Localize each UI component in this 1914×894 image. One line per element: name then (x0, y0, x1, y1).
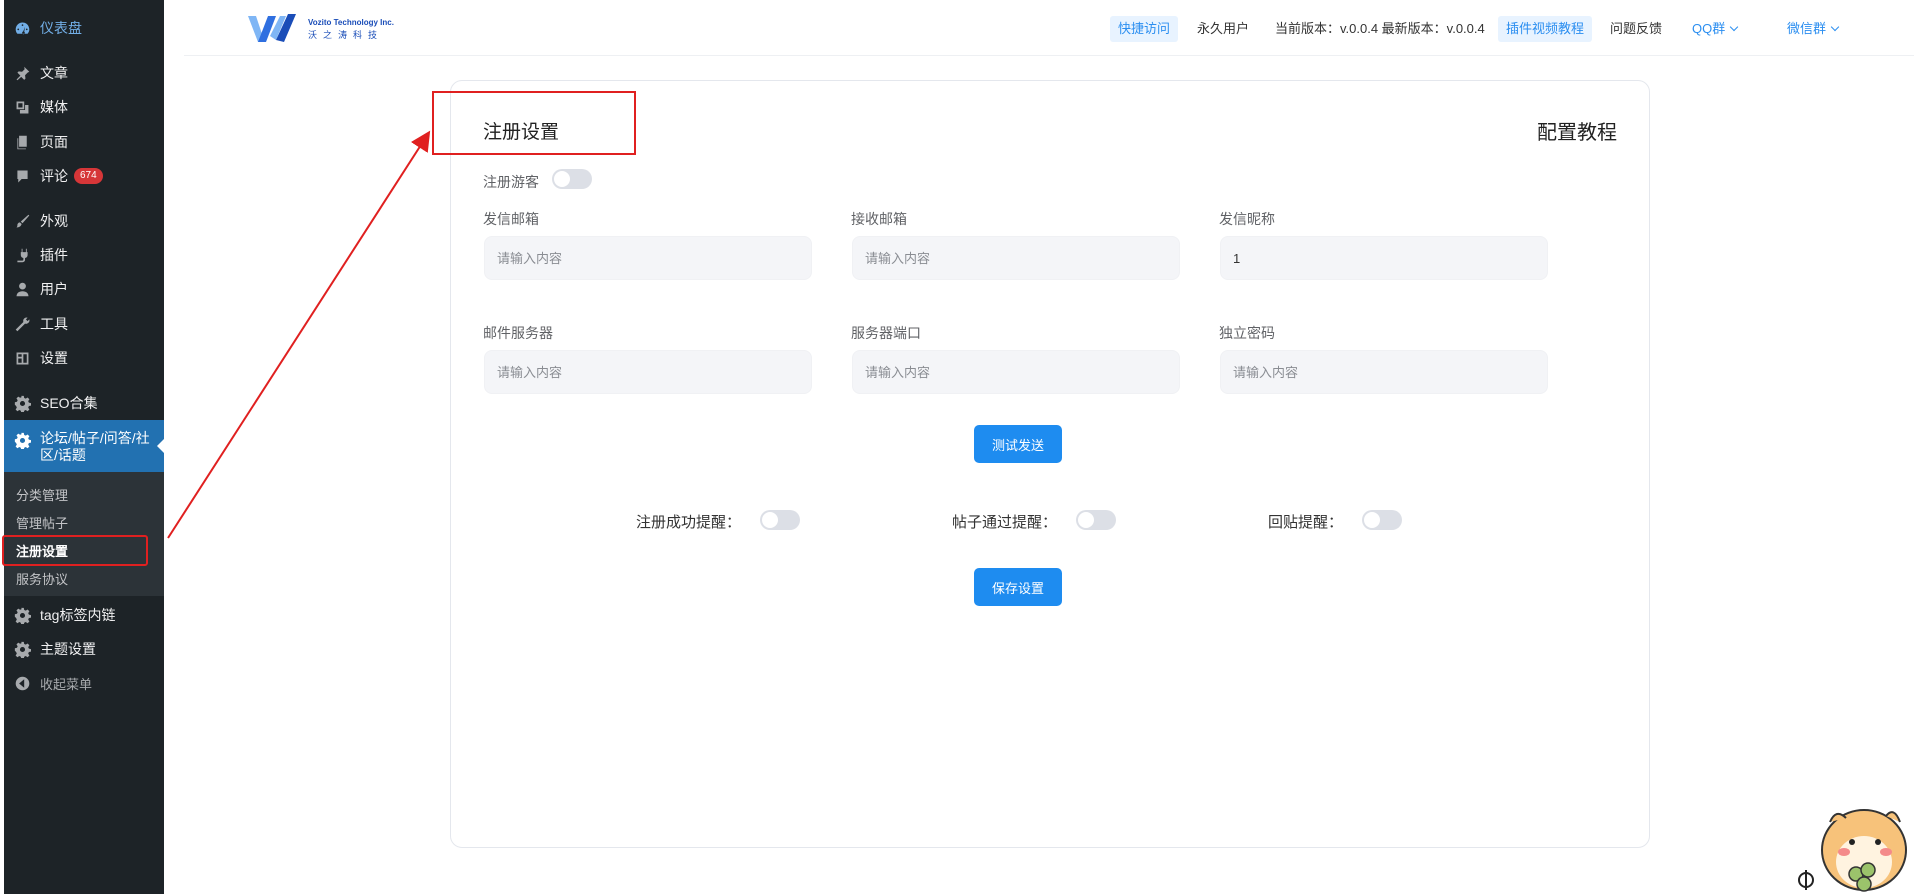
guest-register-switch[interactable] (552, 169, 592, 189)
sidebar-item-seo[interactable]: SEO合集 (4, 388, 164, 418)
sidebar-item-label: 工具 (40, 316, 68, 332)
sidebar-item-appearance[interactable]: 外观 (4, 206, 164, 236)
submenu-category[interactable]: 分类管理 (16, 485, 68, 504)
sender-nickname-label: 发信昵称 (1219, 211, 1275, 227)
brush-icon (12, 211, 32, 231)
server-port-label: 服务器端口 (851, 325, 921, 341)
user-type-label: 永久用户 (1197, 21, 1250, 36)
sender-email-input[interactable] (484, 236, 812, 280)
sidebar-item-plugins[interactable]: 插件 (4, 240, 164, 270)
sidebar-item-tools[interactable]: 工具 (4, 309, 164, 339)
user-icon (12, 279, 32, 299)
register-success-switch[interactable] (760, 510, 800, 530)
sidebar-item-label: 评论 (40, 168, 68, 184)
password-label: 独立密码 (1219, 325, 1275, 341)
sender-email-label: 发信邮箱 (483, 211, 539, 227)
sidebar-item-label: 仪表盘 (40, 20, 82, 36)
sidebar-collapse-button[interactable]: 收起菜单 (4, 668, 164, 698)
sidebar-item-label: 用户 (40, 281, 68, 297)
collapse-icon (12, 673, 32, 693)
sidebar-item-posts[interactable]: 文章 (4, 58, 164, 88)
gear-icon (12, 430, 32, 450)
brand-logo[interactable]: Vozito Technology Inc. 沃之涛科技 (246, 12, 394, 46)
page-icon (12, 132, 32, 152)
gear-icon (12, 393, 32, 413)
logo-text-en: Vozito Technology Inc. (308, 17, 394, 27)
sidebar-item-label: 论坛/帖子/问答/社区/话题 (40, 430, 150, 463)
quick-access-link[interactable]: 快捷访问 (1110, 16, 1179, 42)
test-send-button[interactable]: 测试发送 (974, 425, 1062, 463)
register-success-label: 注册成功提醒： (636, 514, 742, 531)
save-settings-button[interactable]: 保存设置 (974, 568, 1062, 606)
submenu-highlight-box (2, 535, 148, 566)
comment-icon (12, 166, 32, 186)
receiver-email-label: 接收邮箱 (851, 211, 907, 227)
gear-icon (12, 639, 32, 659)
top-bar: Vozito Technology Inc. 沃之涛科技 快捷访问 永久用户 当… (184, 0, 1914, 56)
qq-group-dropdown[interactable]: QQ群 (1684, 16, 1745, 42)
guest-register-label: 注册游客 (483, 174, 539, 190)
sidebar-item-tag-links[interactable]: tag标签内链 (4, 600, 164, 630)
sidebar-item-label: 设置 (40, 350, 68, 366)
sidebar-item-label: 页面 (40, 134, 68, 150)
wechat-group-dropdown[interactable]: 微信群 (1779, 16, 1846, 42)
active-pointer (157, 438, 165, 454)
sidebar-item-dashboard[interactable]: 仪表盘 (4, 13, 164, 43)
mail-server-label: 邮件服务器 (483, 325, 553, 341)
mail-server-input[interactable] (484, 350, 812, 394)
sidebar-item-label: tag标签内链 (40, 607, 116, 623)
chevron-down-icon (1830, 22, 1840, 32)
sidebar-item-theme[interactable]: 主题设置 (4, 634, 164, 664)
wrench-icon (12, 314, 32, 334)
sidebar-item-label: 外观 (40, 213, 68, 229)
video-tutorial-link[interactable]: 插件视频教程 (1498, 16, 1593, 42)
wechat-group-label: 微信群 (1787, 21, 1827, 36)
sidebar-item-settings[interactable]: 设置 (4, 343, 164, 373)
pin-icon (12, 63, 32, 83)
qq-group-label: QQ群 (1692, 21, 1726, 36)
sidebar-item-label: 插件 (40, 247, 68, 263)
sidebar-item-comments[interactable]: 评论 674 (4, 161, 164, 191)
server-port-input[interactable] (852, 350, 1180, 394)
hamster-mascot-icon (1798, 809, 1907, 892)
title-highlight-box (432, 91, 636, 155)
submenu-posts[interactable]: 管理帖子 (16, 513, 68, 532)
plugin-icon (12, 245, 32, 265)
reply-reminder-switch[interactable] (1362, 510, 1402, 530)
dashboard-icon (12, 18, 32, 38)
forum-submenu: 分类管理 管理帖子 注册设置 服务协议 (4, 472, 164, 596)
submenu-agreement[interactable]: 服务协议 (16, 569, 68, 588)
logo-text-cn: 沃之涛科技 (308, 29, 384, 40)
sidebar-item-label: 主题设置 (40, 641, 96, 657)
sidebar-item-forum[interactable]: 论坛/帖子/问答/社区/话题 (4, 420, 165, 472)
admin-sidebar: 仪表盘 文章 媒体 页面 评论 674 外观 插件 用户 工具 设置 SEO合集 (4, 0, 165, 894)
media-icon (12, 97, 32, 117)
settings-card (450, 80, 1650, 848)
sender-nickname-input[interactable] (1220, 236, 1548, 280)
reply-reminder-label: 回贴提醒： (1268, 514, 1344, 531)
receiver-email-input[interactable] (852, 236, 1180, 280)
sidebar-item-users[interactable]: 用户 (4, 274, 164, 304)
post-approved-switch[interactable] (1076, 510, 1116, 530)
feedback-link[interactable]: 问题反馈 (1602, 16, 1670, 42)
gear-icon (12, 605, 32, 625)
logo-icon (248, 14, 296, 42)
post-approved-label: 帖子通过提醒： (952, 514, 1058, 531)
chevron-down-icon (1729, 22, 1739, 32)
version-label: 当前版本：v.0.0.4 最新版本：v.0.0.4 (1275, 21, 1485, 36)
password-input[interactable] (1220, 350, 1548, 394)
sidebar-item-media[interactable]: 媒体 (4, 92, 164, 122)
sidebar-item-label: 媒体 (40, 99, 68, 115)
sidebar-item-pages[interactable]: 页面 (4, 127, 164, 157)
config-tutorial-link[interactable]: 配置教程 (1537, 116, 1617, 145)
settings-icon (12, 348, 32, 368)
comment-count-badge: 674 (74, 168, 103, 184)
sidebar-item-label: 文章 (40, 65, 68, 81)
sidebar-item-label: 收起菜单 (40, 676, 93, 692)
sidebar-item-label: SEO合集 (40, 395, 98, 411)
